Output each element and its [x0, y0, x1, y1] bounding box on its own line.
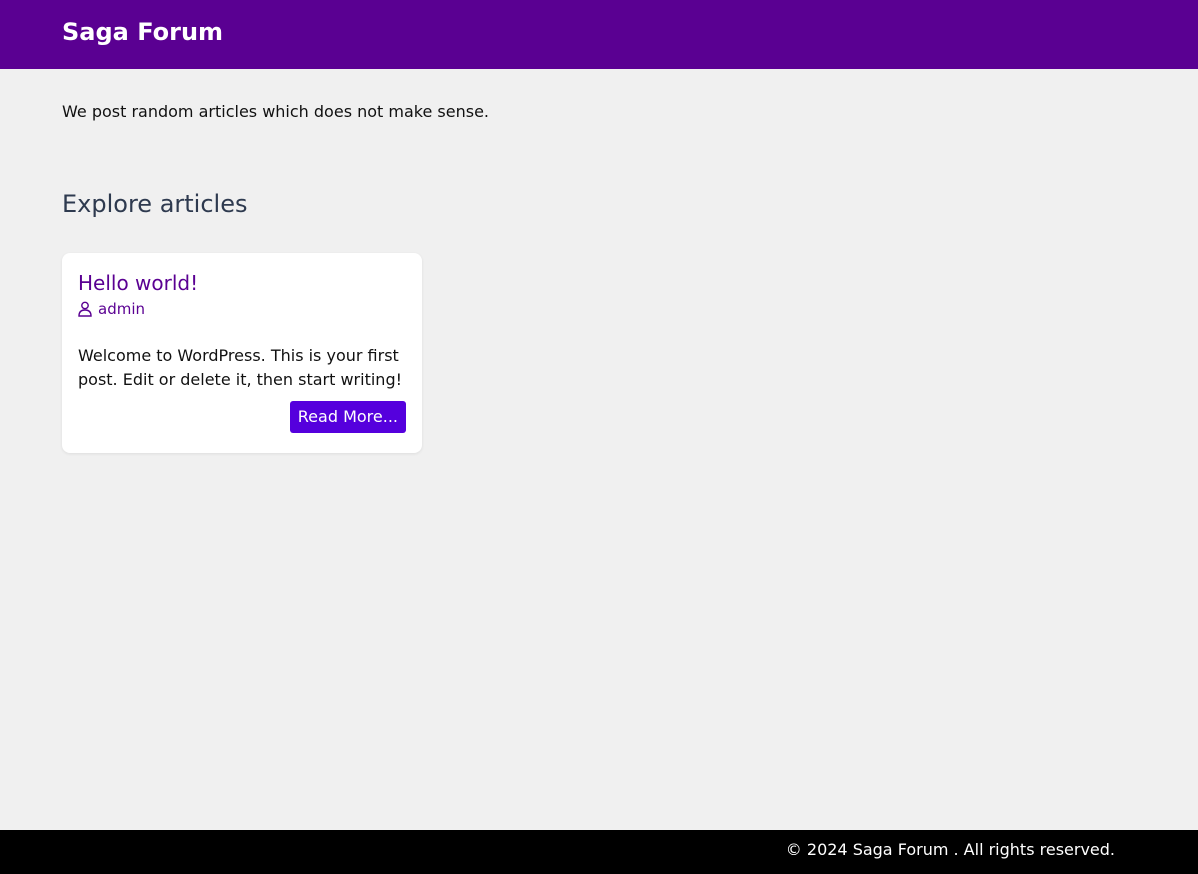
- copyright-text: © 2024 Saga Forum . All rights reserved.: [785, 840, 1115, 859]
- user-icon: [78, 301, 92, 317]
- article-excerpt: Welcome to WordPress. This is your first…: [78, 346, 403, 389]
- article-author[interactable]: admin: [78, 299, 145, 319]
- site-title-link[interactable]: Saga Forum: [62, 17, 223, 47]
- read-more-button[interactable]: Read More...: [289, 401, 406, 433]
- author-name: admin: [98, 300, 145, 318]
- article-card: Hello world! admin Welcome to WordPress.…: [62, 253, 422, 453]
- article-title-link[interactable]: Hello world!: [78, 269, 198, 297]
- site-header: Saga Forum: [0, 0, 1198, 69]
- section-heading: Explore articles: [62, 190, 248, 218]
- site-footer: © 2024 Saga Forum . All rights reserved.: [0, 830, 1198, 874]
- site-tagline: We post random articles which does not m…: [62, 102, 489, 121]
